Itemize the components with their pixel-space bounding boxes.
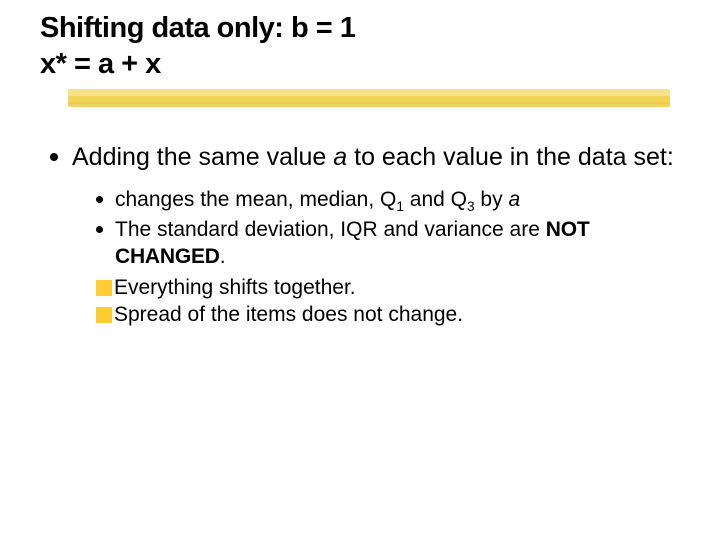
sub-bullet-item: Everything shifts together. bbox=[40, 275, 680, 302]
sub-bullet-item: The standard deviation, IQR and variance… bbox=[40, 217, 680, 271]
text-span: The standard deviation, IQR and variance… bbox=[115, 218, 546, 241]
brush-stroke-icon bbox=[68, 102, 670, 107]
subscript: 3 bbox=[467, 199, 475, 214]
title-line-1: Shifting data only: b = 1 bbox=[40, 10, 680, 46]
text-span: and Q bbox=[404, 188, 467, 211]
bullet-disc-icon bbox=[50, 153, 58, 161]
text-span: to each value in the data set: bbox=[347, 143, 674, 171]
bullet-text: changes the mean, median, Q1 and Q3 by a bbox=[115, 187, 520, 214]
text-span: Adding the same value bbox=[72, 143, 333, 171]
sub-bullet-item: Spread of the items does not change. bbox=[40, 302, 680, 329]
bullet-text: Adding the same value a to each value in… bbox=[72, 141, 674, 173]
bullet-text: Everything shifts together. bbox=[114, 275, 356, 302]
text-span: by bbox=[475, 188, 509, 211]
bullet-disc-icon bbox=[96, 196, 103, 203]
slide: Shifting data only: b = 1 x* = a + x Add… bbox=[0, 0, 720, 540]
subscript: 1 bbox=[396, 199, 404, 214]
text-span: . bbox=[220, 245, 226, 268]
text-span: changes the mean, median, Q bbox=[115, 188, 396, 211]
bullet-text: Spread of the items does not change. bbox=[114, 302, 463, 329]
square-bullet-icon bbox=[96, 307, 112, 323]
title-line-2: x* = a + x bbox=[40, 46, 680, 82]
slide-body: Adding the same value a to each value in… bbox=[40, 141, 680, 329]
title-underline bbox=[40, 89, 680, 111]
slide-title: Shifting data only: b = 1 x* = a + x bbox=[40, 10, 680, 83]
bullet-text: The standard deviation, IQR and variance… bbox=[115, 217, 680, 271]
text-italic: a bbox=[508, 188, 520, 211]
text-italic: a bbox=[333, 143, 347, 171]
square-bullet-icon bbox=[96, 280, 112, 296]
sub-bullet-item: changes the mean, median, Q1 and Q3 by a bbox=[40, 187, 680, 214]
bullet-item: Adding the same value a to each value in… bbox=[40, 141, 680, 173]
bullet-disc-icon bbox=[96, 226, 103, 233]
